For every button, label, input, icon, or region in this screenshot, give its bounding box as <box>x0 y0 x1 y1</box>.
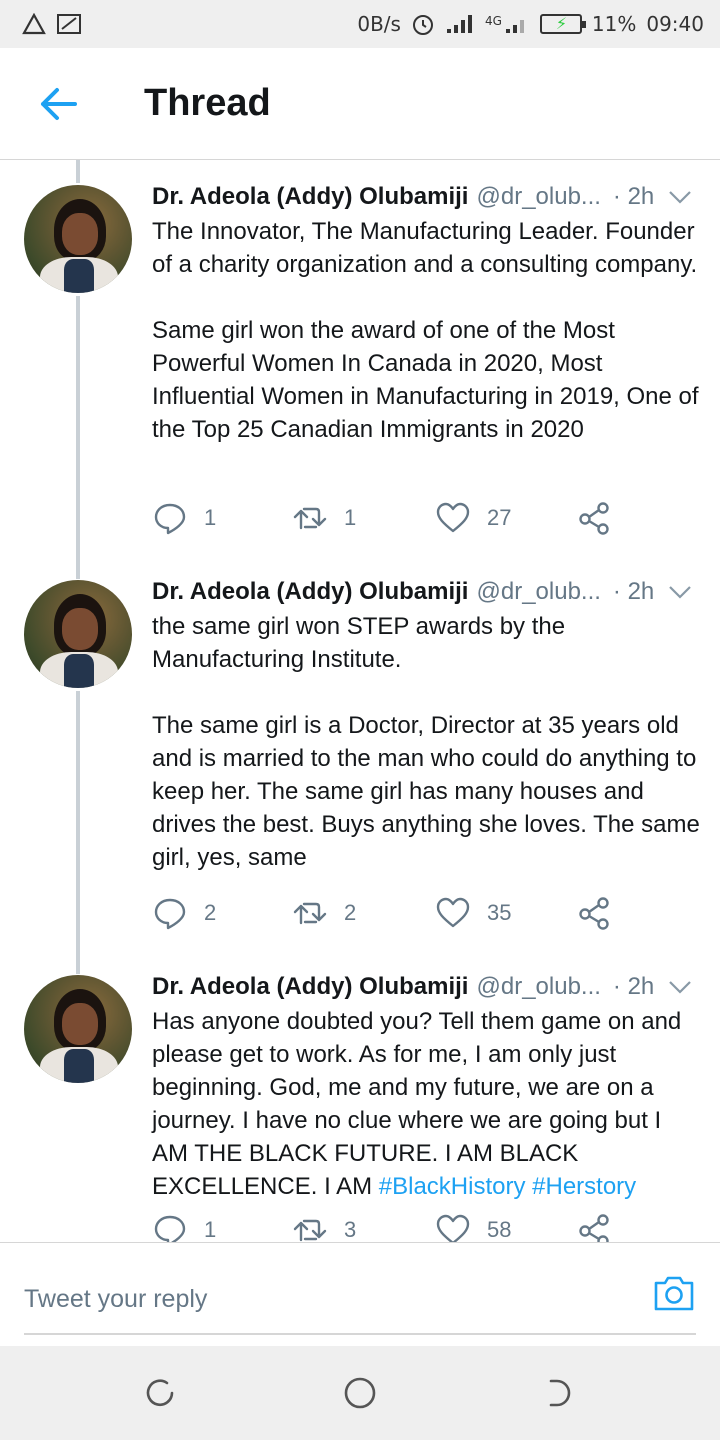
author-handle[interactable]: @dr_olub... <box>476 578 600 606</box>
cast-icon <box>57 14 81 34</box>
status-bar: 0B/s 4G ⚡ 11% 09:40 <box>0 0 720 48</box>
signal-icon <box>505 20 524 33</box>
reply-input[interactable]: Tweet your reply <box>24 1265 696 1335</box>
like-button[interactable]: 35 <box>435 893 511 933</box>
share-button[interactable] <box>577 1210 613 1242</box>
back-button[interactable] <box>28 74 88 134</box>
chevron-down-icon[interactable] <box>667 579 693 605</box>
retweet-count: 1 <box>344 505 357 530</box>
retweet-button[interactable]: 2 <box>292 893 356 933</box>
warning-icon <box>22 13 46 35</box>
author-handle[interactable]: @dr_olub... <box>476 183 600 211</box>
reply-bar: Tweet your reply <box>0 1242 720 1346</box>
chevron-down-icon[interactable] <box>667 184 693 210</box>
reply-count: 1 <box>204 505 217 530</box>
home-icon[interactable] <box>343 1376 377 1410</box>
app-header: Thread <box>0 48 720 160</box>
tweet-text: Has anyone doubted you? Tell them game o… <box>152 1005 702 1203</box>
arrow-left-icon <box>41 87 77 120</box>
chevron-down-icon[interactable] <box>667 974 693 1000</box>
tweet-body: Has anyone doubted you? Tell them game o… <box>152 1008 682 1200</box>
share-icon <box>579 502 609 535</box>
tweet[interactable]: Dr. Adeola (Addy) Olubamiji @dr_olub... … <box>0 160 720 555</box>
tweet[interactable]: Dr. Adeola (Addy) Olubamiji @dr_olub... … <box>0 555 720 950</box>
share-icon <box>579 897 609 930</box>
hashtag-link[interactable]: #Herstory <box>532 1173 636 1200</box>
author-name[interactable]: Dr. Adeola (Addy) Olubamiji <box>152 578 468 606</box>
comment-icon <box>154 503 186 535</box>
hashtag-link[interactable]: #BlackHistory <box>379 1173 526 1200</box>
thread-list[interactable]: Dr. Adeola (Addy) Olubamiji @dr_olub... … <box>0 160 720 1242</box>
back-nav-icon[interactable] <box>543 1376 577 1410</box>
retweet-icon <box>293 1219 327 1242</box>
reply-count: 1 <box>204 1217 217 1242</box>
author-name[interactable]: Dr. Adeola (Addy) Olubamiji <box>152 183 468 211</box>
heart-icon <box>436 1214 470 1242</box>
retweet-count: 2 <box>344 900 357 925</box>
battery-level: 11% <box>591 12 637 36</box>
avatar[interactable] <box>24 580 132 688</box>
alarm-icon <box>412 15 433 35</box>
heart-icon <box>436 897 470 928</box>
comment-icon <box>154 1215 186 1242</box>
tweet-header: Dr. Adeola (Addy) Olubamiji @dr_olub... … <box>152 575 697 609</box>
reply-count: 2 <box>204 900 217 925</box>
share-button[interactable] <box>577 893 613 933</box>
share-icon <box>579 1214 609 1242</box>
like-button[interactable]: 27 <box>435 498 511 538</box>
retweet-button[interactable]: 1 <box>292 498 356 538</box>
tweet-actions: 1 3 58 <box>152 1210 652 1242</box>
status-right: 0B/s 4G ⚡ 11% 09:40 <box>357 12 704 36</box>
reply-button[interactable]: 2 <box>152 893 216 933</box>
camera-icon[interactable] <box>652 1273 696 1313</box>
like-count: 35 <box>487 900 512 925</box>
tweet-time: · 2h <box>612 578 655 605</box>
page-title: Thread <box>144 82 271 124</box>
retweet-count: 3 <box>344 1217 357 1242</box>
like-count: 27 <box>487 505 512 530</box>
author-name[interactable]: Dr. Adeola (Addy) Olubamiji <box>152 973 468 1001</box>
tweet-actions: 2 2 35 <box>152 893 652 933</box>
avatar[interactable] <box>24 185 132 293</box>
reply-button[interactable]: 1 <box>152 1210 216 1242</box>
retweet-icon <box>293 902 327 925</box>
heart-icon <box>436 502 470 533</box>
share-button[interactable] <box>577 498 613 538</box>
tweet-time: · 2h <box>612 183 655 210</box>
tweet-actions: 1 1 27 <box>152 498 652 538</box>
tweet-header: Dr. Adeola (Addy) Olubamiji @dr_olub... … <box>152 970 697 1004</box>
clock: 09:40 <box>646 12 704 36</box>
author-handle[interactable]: @dr_olub... <box>476 973 600 1001</box>
tweet-time: · 2h <box>612 973 655 1000</box>
battery-icon: ⚡ <box>539 14 586 34</box>
network-type: 4G <box>484 14 502 28</box>
signal-icon <box>446 15 472 33</box>
comment-icon <box>154 898 186 930</box>
like-count: 58 <box>487 1217 512 1242</box>
tweet-text: the same girl won STEP awards by the Man… <box>152 613 700 871</box>
tweet[interactable]: Dr. Adeola (Addy) Olubamiji @dr_olub... … <box>0 950 720 1242</box>
tweet-header: Dr. Adeola (Addy) Olubamiji @dr_olub... … <box>152 180 697 214</box>
retweet-button[interactable]: 3 <box>292 1210 356 1242</box>
reply-button[interactable]: 1 <box>152 498 216 538</box>
like-button[interactable]: 58 <box>435 1210 511 1242</box>
retweet-icon <box>293 507 327 530</box>
status-left <box>22 13 82 35</box>
system-nav-bar <box>0 1346 720 1440</box>
tweet-text: The Innovator, The Manufacturing Leader.… <box>152 218 699 443</box>
recent-apps-icon[interactable] <box>143 1376 177 1410</box>
network-speed: 0B/s <box>357 12 401 36</box>
avatar[interactable] <box>24 975 132 1083</box>
